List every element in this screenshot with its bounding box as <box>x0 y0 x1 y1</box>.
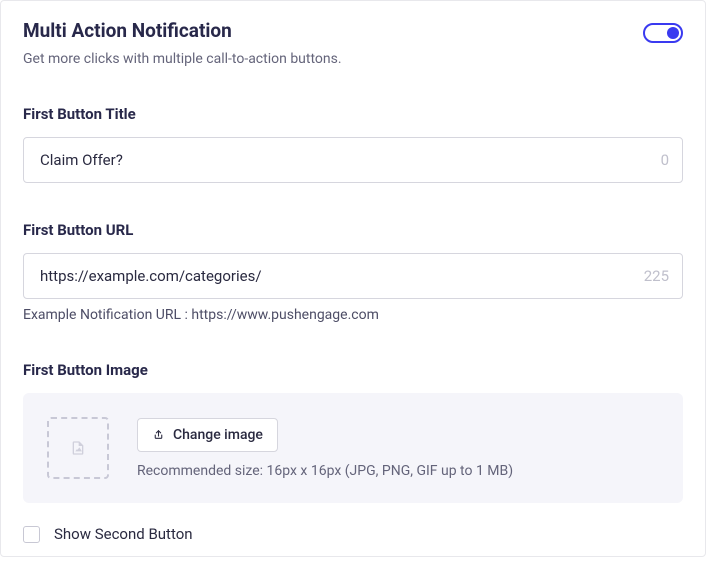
section-subtitle: Get more clicks with multiple call-to-ac… <box>23 51 342 67</box>
image-recommended-text: Recommended size: 16px x 16px (JPG, PNG,… <box>137 463 513 479</box>
upload-icon <box>152 428 165 441</box>
show-second-button-label: Show Second Button <box>54 525 193 543</box>
change-image-label: Change image <box>173 427 263 443</box>
first-button-url-label: First Button URL <box>23 221 683 239</box>
image-upload-section: Change image Recommended size: 16px x 16… <box>23 393 683 503</box>
first-button-url-charcount: 225 <box>644 267 669 285</box>
first-button-title-input[interactable] <box>23 137 683 183</box>
image-file-icon <box>70 440 86 456</box>
multi-action-toggle[interactable] <box>643 23 683 43</box>
first-button-image-label: First Button Image <box>23 361 683 379</box>
change-image-button[interactable]: Change image <box>137 418 278 452</box>
show-second-button-checkbox[interactable] <box>23 526 40 543</box>
first-button-title-charcount: 0 <box>661 151 669 169</box>
first-button-title-label: First Button Title <box>23 105 683 123</box>
image-placeholder[interactable] <box>47 417 109 479</box>
first-button-url-helper: Example Notification URL : https://www.p… <box>23 307 683 323</box>
show-second-button-row[interactable]: Show Second Button <box>23 525 683 543</box>
first-button-url-input[interactable] <box>23 253 683 299</box>
toggle-knob <box>667 27 679 39</box>
section-title: Multi Action Notification <box>23 19 342 42</box>
